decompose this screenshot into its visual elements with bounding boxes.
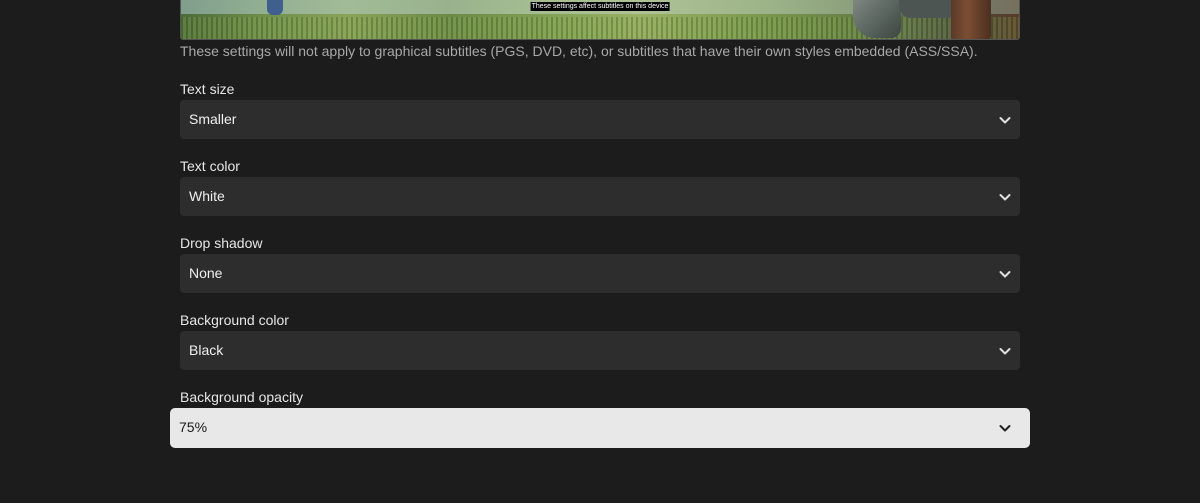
- preview-rock-small: [899, 0, 959, 18]
- drop-shadow-select[interactable]: None: [180, 254, 1020, 293]
- text-color-label: Text color: [180, 158, 240, 174]
- text-size-select[interactable]: Smaller: [180, 100, 1020, 139]
- background-opacity-value: 75%: [179, 419, 208, 435]
- text-size-value: Smaller: [189, 111, 237, 127]
- background-color-select[interactable]: Black: [180, 331, 1020, 370]
- preview-figure: [267, 0, 283, 15]
- background-opacity-label: Background opacity: [180, 389, 303, 405]
- preview-rock: [853, 0, 901, 38]
- drop-shadow-value: None: [189, 265, 223, 281]
- drop-shadow-label: Drop shadow: [180, 235, 263, 251]
- preview-subtitle-caption: These settings affect subtitles on this …: [530, 2, 670, 11]
- background-color-label: Background color: [180, 312, 289, 328]
- text-color-value: White: [189, 188, 225, 204]
- background-color-field: Background color Black: [180, 311, 1020, 370]
- background-color-value: Black: [189, 342, 224, 358]
- background-opacity-select[interactable]: 75%: [170, 408, 1030, 448]
- background-opacity-field: Background opacity 75%: [170, 388, 1030, 448]
- chevron-down-icon: [998, 113, 1012, 127]
- chevron-down-icon: [998, 421, 1012, 435]
- chevron-down-icon: [998, 344, 1012, 358]
- text-size-field: Text size Smaller: [180, 80, 1020, 139]
- chevron-down-icon: [998, 267, 1012, 281]
- text-color-select[interactable]: White: [180, 177, 1020, 216]
- subtitle-preview: These settings affect subtitles on this …: [180, 0, 1020, 40]
- text-size-label: Text size: [180, 81, 235, 97]
- preview-tree-trunk: [951, 0, 991, 39]
- text-color-field: Text color White: [180, 157, 1020, 216]
- subtitle-settings-note: These settings will not apply to graphic…: [180, 43, 978, 59]
- chevron-down-icon: [998, 190, 1012, 204]
- drop-shadow-field: Drop shadow None: [180, 234, 1020, 293]
